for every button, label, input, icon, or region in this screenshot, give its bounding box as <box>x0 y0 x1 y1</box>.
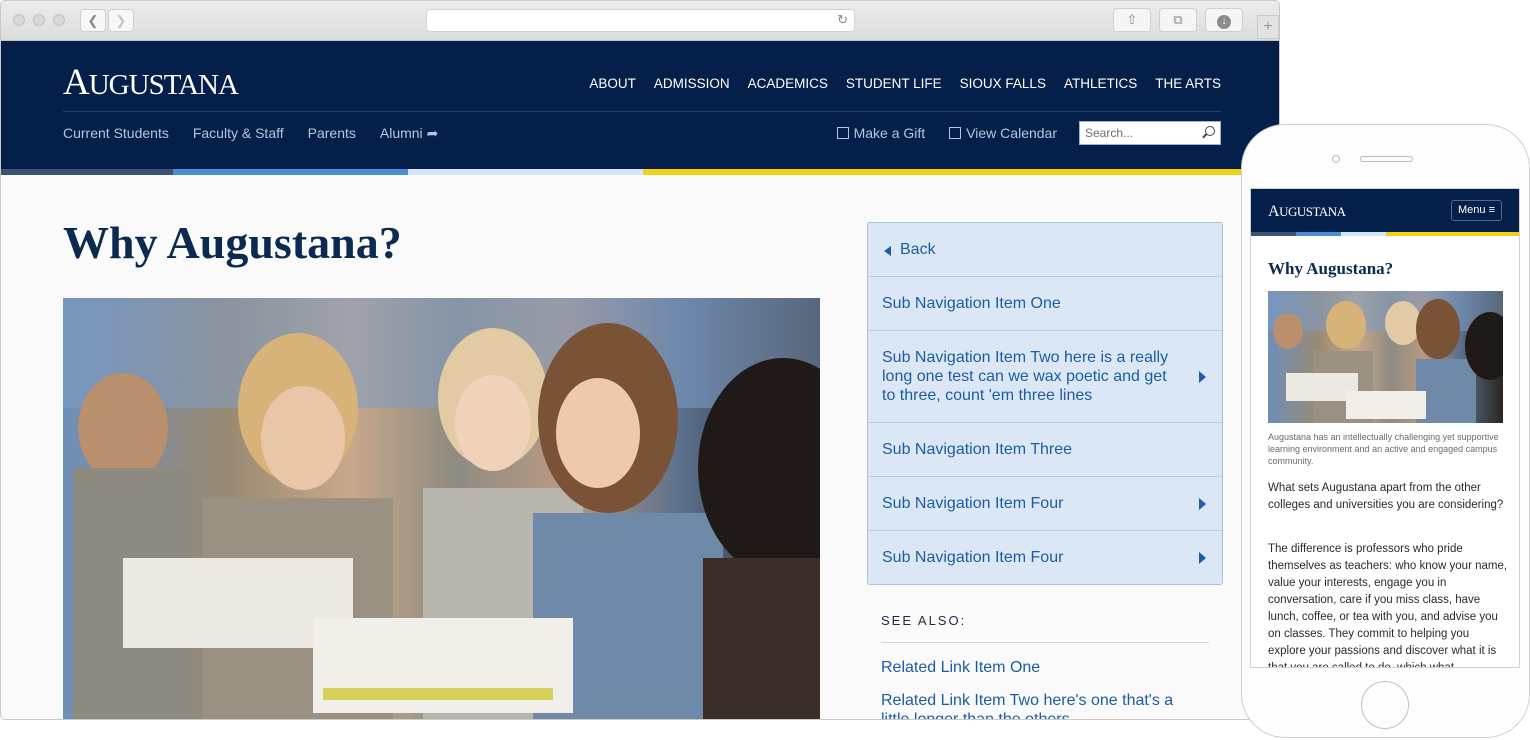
subnav-item[interactable]: Sub Navigation Item One <box>868 277 1222 331</box>
forward-arrow-icon[interactable]: ❯ <box>108 9 134 32</box>
caret-right-icon[interactable] <box>1199 370 1206 383</box>
caret-right-icon[interactable] <box>1199 551 1206 564</box>
subnav-item-label: Sub Navigation Item Four <box>882 549 1064 566</box>
nav-the-arts[interactable]: THE ARTS <box>1155 76 1221 91</box>
color-bar-segment <box>1386 232 1519 236</box>
color-bar-segment <box>1341 232 1386 236</box>
related-link[interactable]: Related Link Item One <box>881 659 1040 677</box>
caret-left-icon <box>884 246 891 256</box>
color-bar-segment <box>643 169 1279 175</box>
new-tab-icon[interactable]: + <box>1257 15 1279 39</box>
mobile-intro-paragraph: What sets Augustana apart from the other… <box>1268 482 1504 511</box>
tabs-overview-icon[interactable]: ⧉ <box>1159 8 1197 32</box>
nav-admission[interactable]: ADMISSION <box>654 76 730 91</box>
mobile-phone-mockup: AUGUSTANA Menu ≡ Why Augustana? Augustan… <box>1241 124 1530 738</box>
nav-current-students[interactable]: Current Students <box>63 125 169 142</box>
brand-color-bar <box>1 169 1279 175</box>
download-icon[interactable]: ↓ <box>1205 8 1243 32</box>
mobile-menu-button[interactable]: Menu ≡ <box>1451 200 1502 221</box>
photo-illustration <box>63 298 820 719</box>
subnav-item-label: Sub Navigation Item Three <box>882 441 1073 458</box>
zoom-window-dot[interactable] <box>53 14 65 26</box>
subnav-back[interactable]: Back <box>868 223 1222 277</box>
nav-sioux-falls[interactable]: SIOUX FALLS <box>960 76 1046 91</box>
subnav-item-label: Sub Navigation Item Four <box>882 495 1064 512</box>
logo-initial: A <box>63 62 90 103</box>
close-window-dot[interactable] <box>13 14 25 26</box>
subnav-item[interactable]: Sub Navigation Item Four <box>868 477 1222 531</box>
classroom-photo <box>63 298 820 719</box>
view-calendar-label: View Calendar <box>966 125 1057 141</box>
make-a-gift-label: Make a Gift <box>853 125 926 141</box>
subnav-back-label: Back <box>900 241 936 258</box>
minimize-window-dot[interactable] <box>33 14 45 26</box>
nav-athletics[interactable]: ATHLETICS <box>1064 76 1137 91</box>
header-divider <box>63 111 1221 112</box>
site-logo[interactable]: AUGUSTANA <box>63 61 239 104</box>
see-also-heading: SEE ALSO: <box>881 613 967 628</box>
mobile-logo[interactable]: AUGUSTANA <box>1268 203 1346 221</box>
mobile-color-bar <box>1251 232 1519 236</box>
mobile-screen: AUGUSTANA Menu ≡ Why Augustana? Augustan… <box>1250 188 1520 668</box>
site-header: AUGUSTANA ABOUT ADMISSION ACADEMICS STUD… <box>1 41 1279 169</box>
nav-alumni-label: Alumni <box>379 125 423 141</box>
utility-links: Make a Gift View Calendar <box>836 125 1057 141</box>
phone-home-button <box>1361 681 1409 729</box>
subnav-item-label: Sub Navigation Item Two here is a really… <box>882 349 1169 404</box>
mobile-logo-wordmark: UGUSTANA <box>1279 204 1346 219</box>
related-link[interactable]: Related Link Item Two here's one that's … <box>881 691 1201 719</box>
search-icon[interactable] <box>1205 126 1215 136</box>
gift-icon <box>836 127 849 139</box>
desktop-browser-window: ❮ ❯ ↻ ⇧ ⧉ ↓ + AUGUSTANA ABOUT ADMISSION … <box>0 0 1280 720</box>
calendar-icon <box>949 127 962 139</box>
nav-alumni[interactable]: Alumni ➦ <box>380 125 439 142</box>
main-navigation: ABOUT ADMISSION ACADEMICS STUDENT LIFE S… <box>589 76 1221 91</box>
mobile-photo-caption: Augustana has an intellectually challeng… <box>1268 432 1499 466</box>
mobile-logo-initial: A <box>1268 203 1280 220</box>
make-a-gift-link[interactable]: Make a Gift <box>836 125 926 141</box>
color-bar-segment <box>408 169 643 175</box>
share-icon[interactable]: ⇧ <box>1113 8 1151 32</box>
nav-about[interactable]: ABOUT <box>589 76 636 91</box>
mobile-header: AUGUSTANA Menu ≡ <box>1251 189 1519 232</box>
color-bar-segment <box>1 169 173 175</box>
mobile-photo-illustration <box>1268 291 1503 423</box>
nav-faculty-staff[interactable]: Faculty & Staff <box>193 125 284 142</box>
color-bar-segment <box>1296 232 1341 236</box>
nav-parents[interactable]: Parents <box>308 125 356 142</box>
address-bar[interactable]: ↻ <box>426 9 855 32</box>
sub-navigation: Back Sub Navigation Item One Sub Navigat… <box>867 222 1223 585</box>
phone-speaker <box>1360 156 1413 162</box>
nav-student-life[interactable]: STUDENT LIFE <box>846 76 942 91</box>
view-calendar-link[interactable]: View Calendar <box>949 125 1057 141</box>
logo-wordmark: UGUSTANA <box>88 69 239 101</box>
external-share-arrow-icon: ➦ <box>426 125 439 141</box>
caret-right-icon[interactable] <box>1199 497 1206 510</box>
page-title: Why Augustana? <box>63 217 402 268</box>
nav-academics[interactable]: ACADEMICS <box>748 76 828 91</box>
reload-icon[interactable]: ↻ <box>837 12 848 28</box>
mobile-body-paragraph: The difference is professors who pride t… <box>1268 543 1508 668</box>
color-bar-segment <box>173 169 408 175</box>
see-also-divider <box>881 642 1209 643</box>
color-bar-segment <box>1251 232 1296 236</box>
browser-toolbar: ❮ ❯ ↻ ⇧ ⧉ ↓ + <box>1 1 1279 41</box>
subnav-item-label: Sub Navigation Item One <box>882 295 1061 312</box>
search-input[interactable] <box>1080 122 1220 144</box>
phone-camera <box>1332 155 1340 163</box>
back-arrow-icon[interactable]: ❮ <box>80 9 106 32</box>
site-search <box>1079 121 1221 145</box>
subnav-item[interactable]: Sub Navigation Item Two here is a really… <box>868 331 1222 423</box>
subnav-item[interactable]: Sub Navigation Item Four <box>868 531 1222 584</box>
audience-navigation: Current Students Faculty & Staff Parents… <box>63 125 438 142</box>
mobile-page-title: Why Augustana? <box>1268 259 1394 278</box>
mobile-classroom-photo <box>1268 291 1503 423</box>
subnav-item[interactable]: Sub Navigation Item Three <box>868 423 1222 477</box>
